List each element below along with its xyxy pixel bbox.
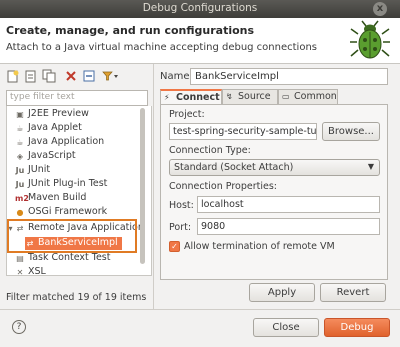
filter-status: Filter matched 19 of 19 items <box>6 292 147 303</box>
java-app-icon: ☕ <box>16 138 24 147</box>
revert-button[interactable]: Revert <box>320 283 386 302</box>
j2ee-icon: ▣ <box>16 110 24 119</box>
junit-icon: Ju <box>15 166 25 175</box>
tab-connect[interactable]: ⚡ Connect <box>160 89 222 105</box>
project-input[interactable]: test-spring-security-sample-tuto <box>169 123 317 140</box>
help-icon[interactable]: ? <box>12 320 26 334</box>
allow-termination-label: Allow termination of remote VM <box>184 241 335 252</box>
connection-properties-label: Connection Properties: <box>169 181 277 192</box>
tree-item-label: Java Application <box>28 136 105 147</box>
javascript-icon: ◈ <box>16 152 24 161</box>
tree-item-maven-build[interactable]: m2Maven Build <box>15 192 86 205</box>
source-icon: ↯ <box>226 92 233 101</box>
tab-label: Source <box>238 91 271 102</box>
common-icon: ▭ <box>282 92 290 101</box>
name-label: Name: <box>160 71 193 82</box>
dialog-header: Create, manage, and run configurations A… <box>0 18 400 64</box>
host-input[interactable]: localhost <box>197 196 380 213</box>
tree-item-java-application[interactable]: ☕ Java Application <box>15 136 104 149</box>
panel-divider[interactable] <box>153 64 154 309</box>
tree-scrollbar[interactable] <box>140 108 145 264</box>
tree-item-label: JavaScript <box>28 150 76 161</box>
osgi-icon: ● <box>16 208 24 217</box>
task-context-icon: ▤ <box>16 254 24 263</box>
tree-item-junit-plugin-test[interactable]: Ju JUnit Plug-in Test <box>15 178 108 191</box>
filter-input[interactable]: type filter text <box>6 90 148 106</box>
name-input[interactable]: BankServiceImpl <box>190 68 388 85</box>
connect-icon: ⚡ <box>164 93 170 102</box>
header-subtitle: Attach to a Java virtual machine accepti… <box>6 42 317 53</box>
header-title: Create, manage, and run configurations <box>6 24 255 37</box>
project-label: Project: <box>169 109 205 120</box>
debug-button[interactable]: Debug <box>324 318 390 337</box>
connection-type-select[interactable]: Standard (Socket Attach) ▼ <box>169 159 380 176</box>
filter-menu-icon[interactable] <box>102 69 120 83</box>
tree-item-label: JUnit Plug-in Test <box>28 178 108 189</box>
tab-common[interactable]: ▭ Common <box>278 89 338 104</box>
tree-item-label: J2EE Preview <box>28 108 89 119</box>
delete-config-icon[interactable] <box>64 69 78 83</box>
new-config-icon[interactable] <box>6 69 20 83</box>
title-bar: x Debug Configurations <box>0 0 400 18</box>
duplicate-config-icon[interactable] <box>42 69 56 83</box>
tab-label: Common <box>294 91 337 102</box>
connect-tab-panel: Project: test-spring-security-sample-tut… <box>160 104 388 280</box>
tree-item-xsl[interactable]: ✕ XSL <box>15 266 46 276</box>
maven-icon: m2 <box>15 194 29 203</box>
tree-item-label: OSGi Framework <box>28 206 108 217</box>
tree-item-osgi-framework[interactable]: ● OSGi Framework <box>15 206 108 219</box>
tab-label: Connect <box>176 92 220 103</box>
config-toolbar <box>6 68 146 86</box>
tree-item-junit[interactable]: Ju JUnit <box>15 164 50 177</box>
tree-item-label: XSL <box>28 266 46 276</box>
tab-source[interactable]: ↯ Source <box>222 89 278 104</box>
config-tabs: ⚡ Connect ↯ Source ▭ Common <box>160 89 388 105</box>
connection-type-label: Connection Type: <box>169 145 251 156</box>
footer-divider <box>0 309 400 310</box>
annotation-highlight-box <box>7 219 137 253</box>
browse-button[interactable]: Browse... <box>322 122 380 141</box>
tree-item-label: Maven Build <box>28 192 87 203</box>
applet-icon: ☕ <box>16 124 24 133</box>
window-title: Debug Configurations <box>142 2 258 14</box>
chevron-down-icon: ▼ <box>367 162 374 171</box>
port-label: Port: <box>169 222 192 233</box>
tree-item-j2ee-preview[interactable]: ▣ J2EE Preview <box>15 108 89 121</box>
junit-plugin-icon: Ju <box>15 180 25 189</box>
debug-bug-icon <box>350 20 390 59</box>
apply-button[interactable]: Apply <box>249 283 315 302</box>
tree-item-label: Task Context Test <box>28 252 111 263</box>
tree-item-label: Java Applet <box>28 122 82 133</box>
collapse-all-icon[interactable] <box>82 69 96 83</box>
port-input[interactable]: 9080 <box>197 218 380 235</box>
export-config-icon[interactable] <box>24 69 38 83</box>
connection-type-value: Standard (Socket Attach) <box>174 162 294 173</box>
allow-termination-checkbox[interactable]: ✓ <box>169 241 180 252</box>
close-button[interactable]: Close <box>253 318 319 337</box>
host-label: Host: <box>169 200 194 211</box>
tree-item-java-applet[interactable]: ☕ Java Applet <box>15 122 82 135</box>
tree-item-task-context-test[interactable]: ▤ Task Context Test <box>15 252 110 265</box>
tree-item-javascript[interactable]: ◈ JavaScript <box>15 150 76 163</box>
xsl-icon: ✕ <box>16 268 24 276</box>
tree-item-label: JUnit <box>28 164 51 175</box>
